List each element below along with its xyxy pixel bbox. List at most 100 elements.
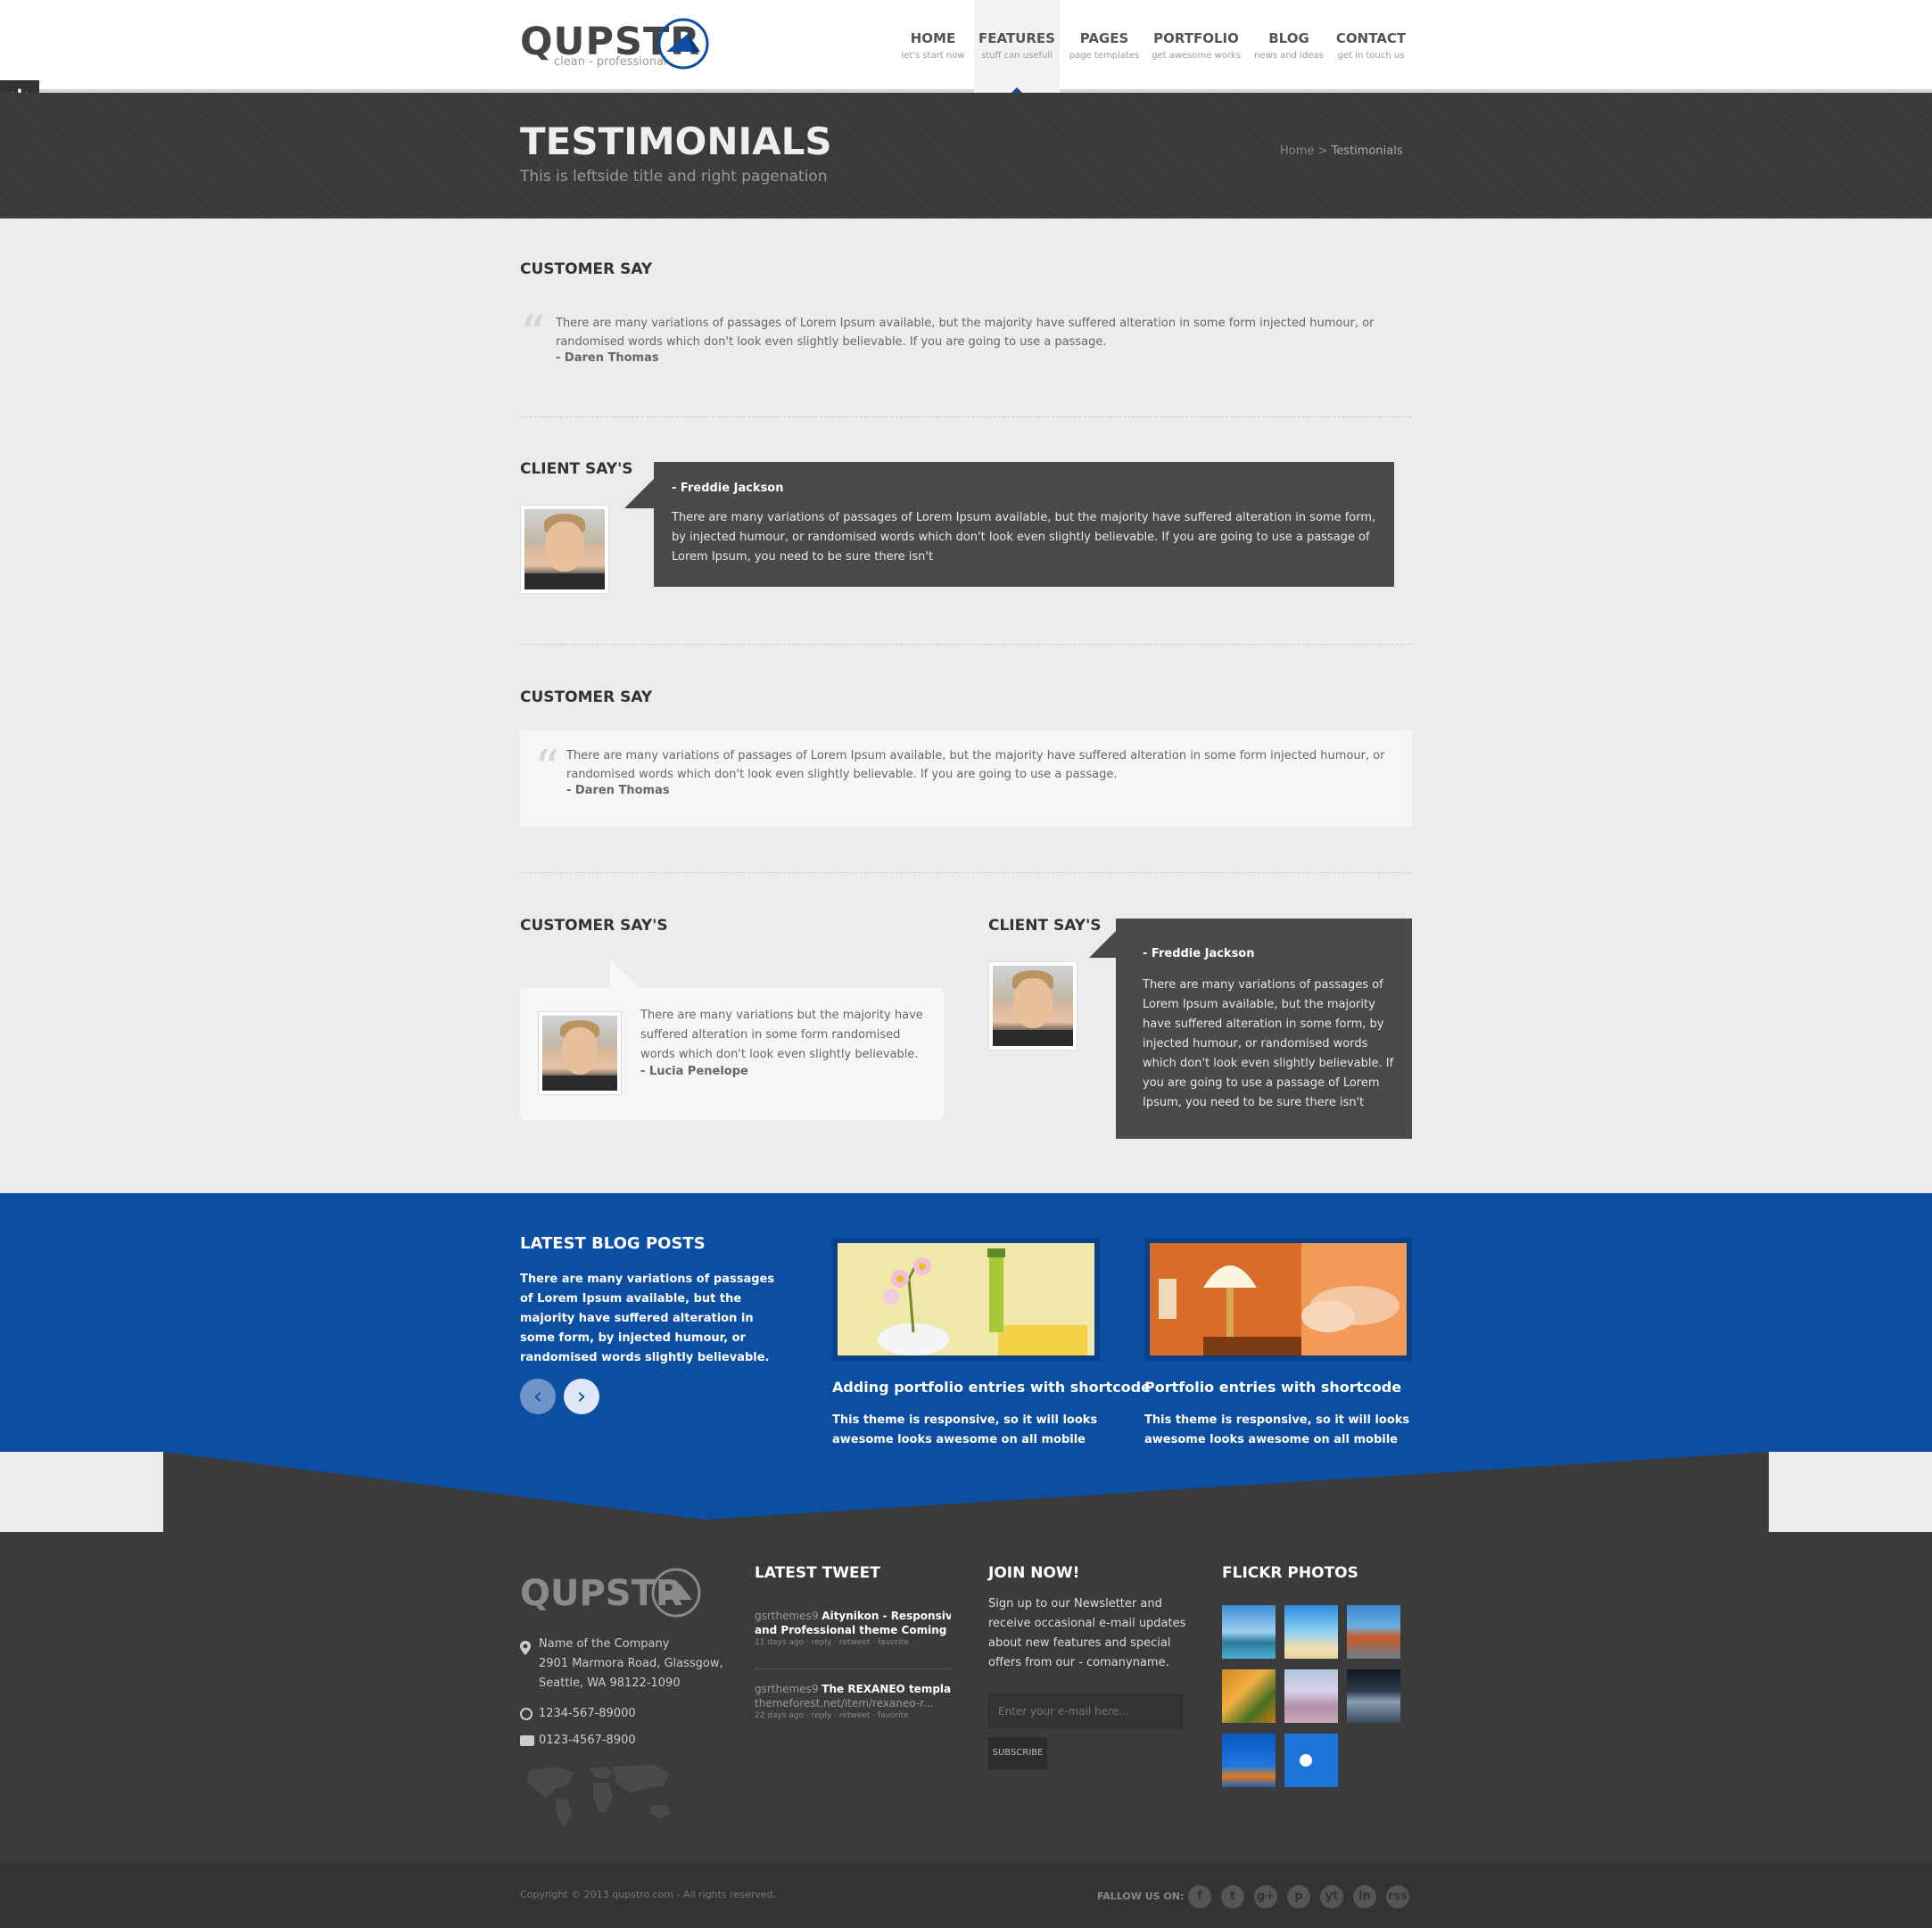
linkedin-icon[interactable]: in <box>1353 1885 1376 1908</box>
nav-pages-sub: page templates <box>1069 51 1140 61</box>
footer-logo-mountain-icon <box>651 1568 701 1618</box>
avatar <box>538 1011 622 1095</box>
tweet-user[interactable]: gsrthemes9 <box>755 1683 818 1695</box>
section-title: CUSTOMER SAY <box>520 688 653 706</box>
testimonial-text: There are many variations of passages of… <box>672 511 1376 564</box>
bedroom-lamp-image <box>1150 1243 1407 1355</box>
nav-home-sub: let's start now <box>901 51 965 61</box>
nav-home-label: HOME <box>910 30 956 46</box>
flickr-photos-title: FLICKR PHOTOS <box>1222 1564 1358 1582</box>
subscribe-button[interactable]: SUBSCRIBE <box>988 1737 1047 1769</box>
nav-portfolio-sub: get awesome works <box>1152 51 1241 61</box>
nav-blog-label: BLOG <box>1268 30 1309 46</box>
pinterest-icon[interactable]: p <box>1287 1885 1310 1908</box>
flickr-photo[interactable] <box>1222 1605 1276 1659</box>
tweet-user[interactable]: gsrthemes9 <box>755 1610 818 1622</box>
flickr-photo[interactable] <box>1284 1734 1338 1787</box>
nav-contact[interactable]: CONTACT get in touch us <box>1334 0 1408 93</box>
quote-icon: “ <box>520 306 546 364</box>
footer-logo[interactable]: QUPSTR <box>520 1566 707 1623</box>
rss-icon[interactable]: rss <box>1386 1885 1409 1908</box>
nav-pages-label: PAGES <box>1079 30 1129 46</box>
flickr-photo[interactable] <box>1347 1669 1400 1723</box>
flickr-photo[interactable] <box>1222 1734 1276 1787</box>
blog-post-title[interactable]: Portfolio entries with shortcode <box>1144 1379 1401 1396</box>
avatar <box>988 961 1077 1051</box>
facebook-icon[interactable]: f <box>1188 1885 1211 1908</box>
avatar <box>520 505 609 594</box>
latest-blog-band: LATEST BLOG POSTS There are many variati… <box>0 1193 1932 1466</box>
twitter-icon[interactable]: t <box>1221 1885 1244 1908</box>
breadcrumb-current: Testimonials <box>1331 144 1403 158</box>
breadcrumb: Home > Testimonials <box>1280 144 1403 158</box>
page-title-bar: TESTIMONIALS This is leftside title and … <box>0 93 1932 218</box>
testimonial-card: There are many variations but the majori… <box>520 988 944 1120</box>
tweet-text: Aitynikon - Responsive HT <box>822 1610 951 1622</box>
nav-pages[interactable]: PAGES page templates <box>1067 0 1142 93</box>
nav-portfolio-label: PORTFOLIO <box>1153 30 1239 46</box>
testimonial-author: - Daren Thomas <box>566 784 670 797</box>
site-header: QUPSTR clean - professional HOME let's s… <box>0 0 1932 95</box>
logo-tagline: clean - professional <box>554 55 667 69</box>
flickr-photo[interactable] <box>1284 1605 1338 1659</box>
section-divider <box>520 644 1412 645</box>
nav-home[interactable]: HOME let's start now <box>896 0 970 93</box>
copyright-text: Copyright © 2013 qupstro.com - All right… <box>520 1889 777 1900</box>
testimonial-quote: There are many variations but the majori… <box>640 1006 926 1078</box>
blog-post-thumbnail[interactable] <box>1144 1238 1412 1361</box>
blog-section-text: There are many variations of passages of… <box>520 1273 775 1364</box>
nav-features[interactable]: FEATURES stuff can usefull <box>974 0 1060 95</box>
phone-number: 1234-567-89000 <box>539 1707 636 1720</box>
nav-features-sub: stuff can usefull <box>981 51 1053 61</box>
testimonial-text: There are many variations of passages of… <box>556 317 1375 349</box>
speech-pointer <box>610 960 642 990</box>
tweet-meta[interactable]: 11 days ago · reply · retweet · favorite <box>755 1637 951 1648</box>
speech-pointer <box>1089 931 1116 958</box>
tweet-link[interactable]: themeforest.net/item/rexaneo-r... <box>755 1696 951 1710</box>
testimonial-text: There are many variations of passages of… <box>1143 978 1394 1109</box>
google-plus-icon[interactable]: g+ <box>1254 1885 1277 1908</box>
testimonial-text: There are many variations of passages of… <box>566 749 1385 781</box>
breadcrumb-separator: > <box>1317 144 1328 158</box>
youtube-icon[interactable]: yt <box>1320 1885 1343 1908</box>
newsletter-email-input[interactable] <box>988 1694 1183 1728</box>
testimonial-author: - Lucia Penelope <box>640 1065 748 1078</box>
testimonial-quote: There are many variations of passages of… <box>556 314 1412 365</box>
fax-icon <box>520 1735 534 1746</box>
latest-tweet-title: LATEST TWEET <box>755 1564 880 1582</box>
nav-contact-label: CONTACT <box>1335 30 1407 46</box>
site-footer: QUPSTR Name of the Company 2901 Marmora … <box>0 1452 1932 1864</box>
nav-portfolio[interactable]: PORTFOLIO get awesome works <box>1151 0 1242 93</box>
testimonial-author: - Freddie Jackson <box>672 482 784 495</box>
join-now-title: JOIN NOW! <box>988 1564 1080 1582</box>
flower-image <box>838 1243 1094 1355</box>
testimonial-dark-box: - Freddie Jackson There are many variati… <box>654 462 1394 587</box>
tweet-divider <box>755 1668 951 1669</box>
footer-wedge <box>0 1452 1932 1532</box>
section-divider <box>520 872 1412 873</box>
next-arrow-button[interactable]: › <box>564 1379 599 1414</box>
testimonial-author: - Freddie Jackson <box>1143 947 1255 960</box>
speech-pointer <box>624 478 655 508</box>
tweet-meta[interactable]: 22 days ago · reply · retweet · favorite <box>755 1710 951 1721</box>
testimonial-light-box: “ There are many variations of passages … <box>520 730 1412 827</box>
flickr-photo[interactable] <box>1222 1669 1276 1723</box>
flickr-photo[interactable] <box>1284 1669 1338 1723</box>
flickr-photo[interactable] <box>1347 1605 1400 1659</box>
blog-post-title[interactable]: Adding portfolio entries with shortcode <box>832 1379 1151 1396</box>
site-logo[interactable]: QUPSTR clean - professional <box>520 16 716 75</box>
nav-contact-sub: get in touch us <box>1337 51 1405 61</box>
section-title: CLIENT SAY'S <box>988 917 1102 935</box>
tweet-item: gsrthemes9 Aitynikon - Responsive HT and… <box>755 1609 951 1648</box>
blog-post-thumbnail[interactable] <box>832 1238 1100 1361</box>
fax-number: 0123-4567-8900 <box>539 1734 636 1747</box>
prev-arrow-button[interactable]: ‹ <box>520 1379 556 1414</box>
section-divider <box>520 416 1412 417</box>
company-name: Name of the Company <box>539 1637 670 1651</box>
logo-mountain-icon <box>657 18 709 70</box>
section-title: CUSTOMER SAY <box>520 260 653 278</box>
quote-icon: “ <box>534 740 560 798</box>
testimonial-author: - Daren Thomas <box>556 351 659 365</box>
breadcrumb-home[interactable]: Home <box>1280 144 1314 158</box>
nav-blog[interactable]: BLOG news and ideas <box>1254 0 1324 93</box>
